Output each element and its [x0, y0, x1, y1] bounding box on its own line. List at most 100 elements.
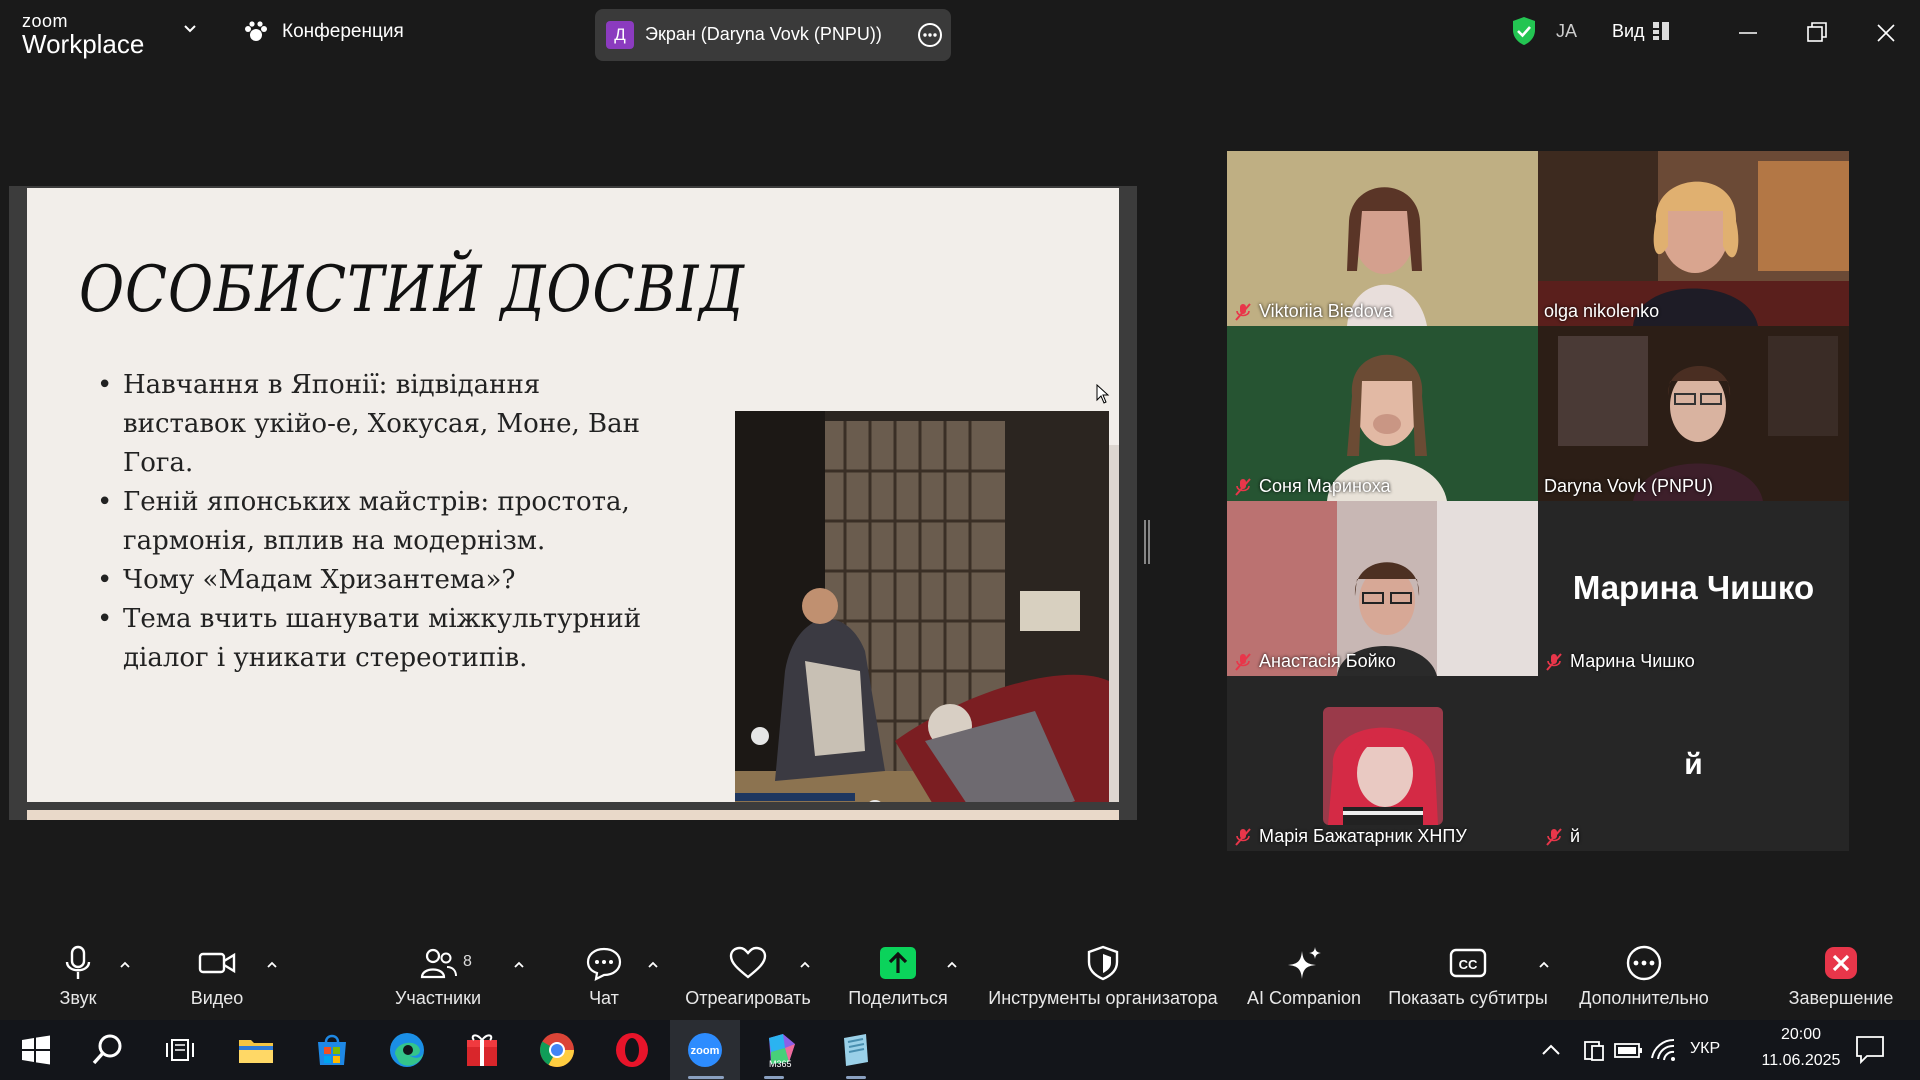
file-explorer-icon[interactable] — [236, 1030, 276, 1070]
participant-tile[interactable]: olga nikolenko — [1538, 151, 1849, 326]
share-arrow-icon — [880, 947, 916, 979]
slide-photo-japanese-artists — [735, 411, 1109, 802]
zoom-app-icon[interactable]: zoom — [685, 1030, 725, 1070]
caret-up-icon[interactable] — [513, 959, 525, 971]
participants-label: Участники — [395, 988, 481, 1008]
muted-mic-icon — [1546, 652, 1562, 671]
chrome-browser-icon[interactable] — [537, 1030, 577, 1070]
panel-resize-handle-icon[interactable] — [1143, 520, 1151, 564]
sharer-avatar: Д — [606, 21, 634, 49]
active-app-indicator — [688, 1076, 724, 1079]
participant-name-bar: Соня Мариноха — [1233, 476, 1391, 497]
participant-tile-active-speaker[interactable]: Daryna Vovk (PNPU) — [1538, 326, 1849, 501]
title-bar: zoom Workplace Конференция Д Экран (Dary… — [0, 0, 1920, 67]
meeting-info-button[interactable]: Конференция — [242, 20, 404, 44]
participant-name: Анастасія Бойко — [1259, 651, 1396, 671]
svg-text:CC: CC — [1459, 957, 1478, 972]
notifications-icon[interactable] — [1853, 1032, 1887, 1066]
chevron-up-icon[interactable] — [1535, 1034, 1567, 1066]
end-meeting-icon — [1825, 947, 1857, 979]
windows-taskbar: zoom M365 УКР 20:00 11.06.2025 — [0, 1020, 1920, 1080]
notepad-app-icon[interactable] — [836, 1030, 876, 1070]
captions-button[interactable]: CC Показать субтитры — [1386, 931, 1550, 1020]
participant-name: Daryna Vovk (PNPU) — [1544, 476, 1714, 496]
participant-avatar-photo — [1323, 707, 1443, 825]
caret-up-icon[interactable] — [647, 959, 659, 971]
chat-button[interactable]: Чат — [564, 931, 644, 1020]
participant-name: Марія Бажатарник ХНПУ — [1259, 826, 1467, 846]
react-button[interactable]: Отреагировать — [678, 931, 818, 1020]
participant-display-name: й — [1684, 748, 1703, 781]
closed-captions-icon: CC — [1449, 948, 1487, 978]
m365-label: M365 — [769, 1059, 792, 1069]
task-view-icon[interactable] — [161, 1030, 201, 1070]
audio-button[interactable]: Звук — [38, 931, 118, 1020]
screen-share-indicator[interactable]: Д Экран (Daryna Vovk (PNPU)) — [595, 9, 951, 61]
running-app-indicator — [764, 1076, 784, 1079]
muted-mic-icon — [1235, 477, 1251, 496]
caret-up-icon[interactable] — [1538, 959, 1550, 971]
participant-name-bar: й — [1544, 826, 1580, 847]
gallery-grid-icon[interactable] — [1653, 22, 1669, 40]
muted-mic-icon — [1235, 652, 1251, 671]
input-language[interactable]: УКР — [1690, 1040, 1720, 1058]
battery-icon[interactable] — [1612, 1034, 1644, 1066]
caret-up-icon[interactable] — [946, 959, 958, 971]
participant-name-bar: Марія Бажатарник ХНПУ — [1233, 826, 1467, 847]
caret-up-icon[interactable] — [799, 959, 811, 971]
participant-tile[interactable]: Марина Чишко Марина Чишко — [1538, 501, 1849, 676]
paw-icon — [245, 21, 267, 41]
participant-name-bar: Viktoriia Biedova — [1233, 301, 1393, 322]
mouse-cursor-icon — [1096, 384, 1110, 404]
m365-app-icon[interactable]: M365 — [761, 1030, 801, 1070]
caret-up-icon[interactable] — [266, 959, 278, 971]
microphone-icon — [65, 945, 91, 979]
ai-companion-button[interactable]: AI Companion — [1244, 931, 1364, 1020]
wifi-icon[interactable] — [1648, 1034, 1680, 1066]
view-button[interactable]: Вид — [1612, 21, 1645, 42]
tablet-mode-icon[interactable] — [1578, 1034, 1610, 1066]
muted-mic-icon — [1235, 302, 1251, 321]
participant-name: Соня Мариноха — [1259, 476, 1391, 496]
zoom-workplace-logo: zoom Workplace — [22, 12, 144, 57]
slide-bullet: Геній японських майстрів: простота, гарм… — [87, 483, 647, 561]
muted-mic-icon — [1235, 827, 1251, 846]
more-button[interactable]: Дополнительно — [1572, 931, 1716, 1020]
close-icon[interactable] — [1871, 18, 1901, 48]
participant-tile[interactable]: Соня Мариноха — [1227, 326, 1538, 501]
opera-browser-icon[interactable] — [612, 1030, 652, 1070]
participant-name: olga nikolenko — [1544, 301, 1660, 321]
user-initials[interactable]: JA — [1556, 21, 1577, 42]
minimize-icon[interactable] — [1733, 18, 1763, 48]
search-icon[interactable] — [88, 1030, 128, 1070]
clock-time[interactable]: 20:00 — [1763, 1026, 1839, 1044]
caret-up-icon[interactable] — [119, 959, 131, 971]
meeting-label: Конференция — [282, 21, 404, 42]
chevron-down-icon[interactable] — [183, 22, 197, 36]
restore-icon[interactable] — [1802, 18, 1832, 48]
participants-count: 8 — [463, 953, 472, 970]
encryption-shield-icon[interactable] — [1511, 16, 1537, 46]
share-screen-button[interactable]: Поделиться — [838, 931, 958, 1020]
share-label: Экран (Daryna Vovk (PNPU)) — [645, 24, 882, 44]
participant-tile[interactable]: й й — [1538, 676, 1849, 851]
slide-bullet: Навчання в Японії: відвідання виставок у… — [87, 366, 647, 483]
clock-date[interactable]: 11.06.2025 — [1741, 1052, 1861, 1070]
presentation-slide: ОСОБИСТИЙ ДОСВІД Навчання в Японії: відв… — [27, 188, 1119, 802]
edge-browser-icon[interactable] — [387, 1030, 427, 1070]
gift-app-icon[interactable] — [462, 1030, 502, 1070]
host-tools-button[interactable]: Инструменты организатора — [983, 931, 1223, 1020]
end-meeting-button[interactable]: Завершение — [1786, 931, 1896, 1020]
participant-name-bar: olga nikolenko — [1544, 301, 1659, 322]
participant-tile[interactable]: Марія Бажатарник ХНПУ — [1227, 676, 1538, 851]
more-options-icon[interactable] — [917, 22, 943, 48]
host-tools-label: Инструменты организатора — [988, 988, 1218, 1008]
video-button[interactable]: Видео — [177, 931, 257, 1020]
participant-video — [1227, 151, 1538, 326]
windows-start-icon[interactable] — [16, 1030, 56, 1070]
participant-tile[interactable]: Анастасія Бойко — [1227, 501, 1538, 676]
more-options-icon — [1626, 945, 1662, 981]
participants-button[interactable]: Участники — [388, 931, 488, 1020]
microsoft-store-icon[interactable] — [312, 1030, 352, 1070]
participant-tile[interactable]: Viktoriia Biedova — [1227, 151, 1538, 326]
